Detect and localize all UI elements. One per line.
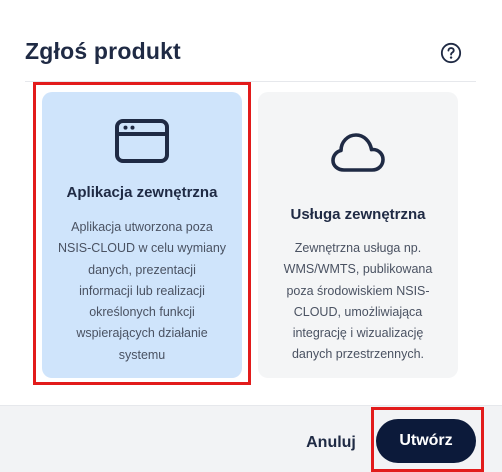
card-description: Zewnętrzna usługa np. WMS/WMTS, publikow… — [283, 241, 433, 362]
dialog-header: Zgłoś produkt — [0, 0, 502, 82]
card-title: Usługa zewnętrzna — [290, 206, 426, 223]
cancel-button[interactable]: Anuluj — [294, 430, 368, 456]
highlight-frame-card — [33, 82, 251, 385]
help-icon[interactable] — [440, 42, 462, 64]
card-external-service[interactable]: Usługa zewnętrzna Zewnętrzna usługa np. … — [258, 92, 458, 378]
highlight-frame-create-button — [371, 407, 484, 472]
report-product-dialog: Zgłoś produkt Aplikacja zewnętrzna Aplik… — [0, 0, 502, 472]
cloud-icon — [331, 133, 385, 172]
dialog-title: Zgłoś produkt — [25, 38, 181, 64]
